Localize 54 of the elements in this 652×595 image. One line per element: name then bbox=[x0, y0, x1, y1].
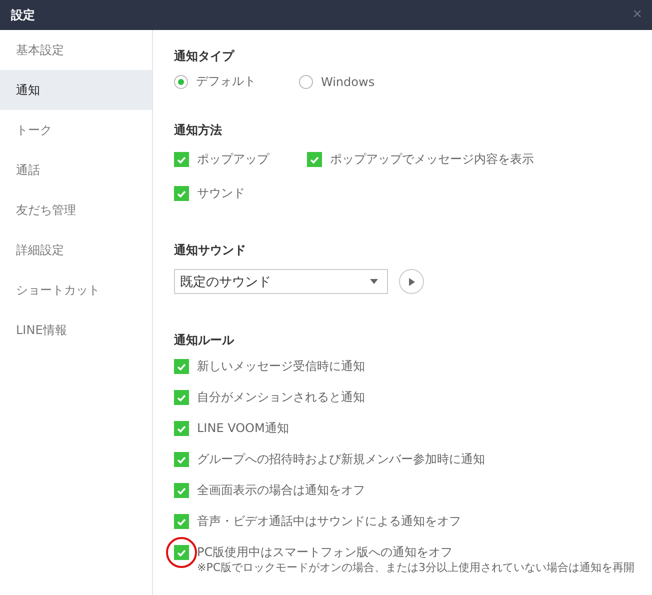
radio-button[interactable] bbox=[174, 74, 188, 88]
sidebar-item[interactable]: 通話 bbox=[0, 150, 152, 190]
radio-label: Windows bbox=[321, 74, 375, 88]
checkbox[interactable] bbox=[174, 545, 189, 560]
checkmark-icon bbox=[177, 424, 186, 432]
section-heading: 通知サウンド bbox=[174, 242, 247, 259]
checkbox-label: サウンド bbox=[197, 185, 245, 202]
checkmark-icon bbox=[177, 548, 186, 556]
checkmark-icon bbox=[177, 190, 186, 198]
sidebar-item[interactable]: LINE情報 bbox=[0, 310, 152, 350]
checkmark-icon bbox=[177, 362, 186, 370]
rule-label: LINE VOOM通知 bbox=[197, 420, 289, 436]
section-heading: 通知タイプ bbox=[174, 48, 236, 65]
checkbox[interactable] bbox=[174, 186, 189, 201]
checkmark-icon bbox=[177, 518, 186, 526]
section-heading: 通知方法 bbox=[174, 122, 223, 139]
checkbox[interactable] bbox=[307, 152, 322, 167]
checkbox[interactable] bbox=[174, 359, 189, 374]
sidebar-item[interactable]: 通知 bbox=[0, 70, 152, 110]
rule-label: 音声・ビデオ通話中はサウンドによる通知をオフ bbox=[197, 513, 461, 529]
checkmark-icon bbox=[177, 156, 186, 164]
rule-label: 全画面表示の場合は通知をオフ bbox=[197, 482, 365, 498]
radio-label: デフォルト bbox=[196, 73, 256, 90]
rule-label: 自分がメンションされると通知 bbox=[197, 389, 365, 405]
checkmark-icon bbox=[177, 394, 186, 402]
checkbox[interactable] bbox=[174, 421, 189, 436]
play-icon bbox=[408, 278, 414, 286]
play-button[interactable] bbox=[399, 269, 424, 294]
dropdown-value: 既定のサウンド bbox=[180, 274, 271, 290]
sidebar-item[interactable]: トーク bbox=[0, 110, 152, 150]
checkbox[interactable] bbox=[174, 452, 189, 467]
sidebar-item[interactable]: 詳細設定 bbox=[0, 230, 152, 270]
checkmark-icon bbox=[310, 156, 319, 164]
checkbox[interactable] bbox=[174, 390, 189, 405]
checkbox[interactable] bbox=[174, 483, 189, 498]
sound-dropdown[interactable]: 既定のサウンド bbox=[174, 269, 388, 294]
checkbox[interactable] bbox=[174, 152, 189, 167]
sidebar-item[interactable]: 基本設定 bbox=[0, 30, 152, 70]
rule-note: ※PC版でロックモードがオンの場合、または3分以上使用されていない場合は通知を再開 bbox=[197, 560, 635, 576]
rule-label: グループへの招待時および新規メンバー参加時に通知 bbox=[197, 451, 485, 467]
rule-label: 新しいメッセージ受信時に通知 bbox=[197, 358, 365, 374]
sidebar-item[interactable]: ショートカット bbox=[0, 270, 152, 310]
section-heading: 通知ルール bbox=[174, 332, 236, 349]
checkbox-label: ポップアップでメッセージ内容を表示 bbox=[330, 151, 534, 168]
checkmark-icon bbox=[177, 486, 186, 494]
checkbox[interactable] bbox=[174, 514, 189, 529]
radio-button[interactable] bbox=[299, 74, 313, 88]
checkmark-icon bbox=[177, 456, 186, 464]
rule-label: PC版使用中はスマートフォン版への通知をオフ bbox=[197, 544, 454, 560]
caret-icon bbox=[370, 279, 378, 284]
window-title: 設定 bbox=[11, 6, 35, 24]
close-button[interactable]: × bbox=[630, 6, 644, 24]
checkbox-label: ポップアップ bbox=[197, 151, 269, 168]
sidebar-item[interactable]: 友だち管理 bbox=[0, 190, 152, 230]
